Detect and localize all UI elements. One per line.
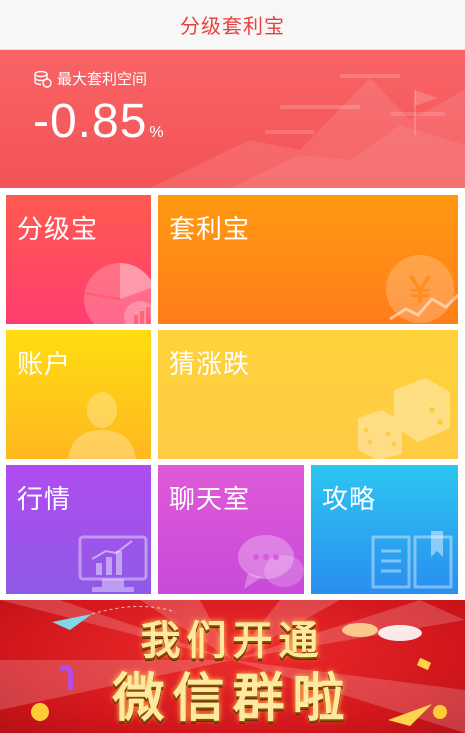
- tile-gonglue-label: 攻略: [322, 485, 377, 515]
- tile-hangqing-label: 行情: [17, 485, 72, 515]
- percent-unit: %: [149, 124, 165, 141]
- person-icon: [68, 392, 136, 459]
- pie-chart-icon: [83, 262, 151, 324]
- app-header: 分级套利宝: [0, 0, 465, 50]
- wechat-group-banner[interactable]: 我们开通 微信群啦: [0, 600, 465, 733]
- page-title: 分级套利宝: [180, 14, 285, 38]
- tile-taoli-label: 套利宝: [169, 215, 251, 245]
- dice-icon: [358, 378, 450, 459]
- tile-caizhangdie[interactable]: 猜涨跌: [158, 330, 458, 459]
- max-arbitrage-value: -0.85: [33, 95, 148, 148]
- max-arbitrage-value-row: -0.85%: [33, 94, 165, 149]
- tile-taoli[interactable]: 套利宝 ¥: [158, 195, 458, 324]
- tile-liaotianshi-label: 聊天室: [169, 485, 251, 515]
- tile-liaotianshi[interactable]: 聊天室: [158, 465, 304, 594]
- chat-bubble-icon: [238, 535, 304, 589]
- tile-fenji[interactable]: 分级宝: [6, 195, 151, 324]
- tile-caizhangdie-label: 猜涨跌: [169, 350, 251, 380]
- tile-zhanghu-label: 账户: [17, 350, 72, 380]
- coin-stack-icon: [34, 70, 52, 88]
- arbitrage-summary-card[interactable]: 最大套利空间 -0.85%: [0, 50, 465, 188]
- tile-fenji-label: 分级宝: [17, 215, 99, 245]
- banner-headline-line2: 微信群啦: [112, 669, 353, 729]
- tile-hangqing[interactable]: 行情: [6, 465, 151, 594]
- tile-gonglue[interactable]: 攻略: [311, 465, 458, 594]
- tile-zhanghu[interactable]: 账户: [6, 330, 151, 459]
- yuan-coin-icon: ¥: [386, 255, 458, 323]
- open-book-icon: [371, 531, 453, 589]
- monitor-chart-icon: [78, 535, 148, 592]
- max-arbitrage-label-row: 最大套利空间: [34, 68, 147, 89]
- max-arbitrage-label: 最大套利空间: [57, 70, 148, 88]
